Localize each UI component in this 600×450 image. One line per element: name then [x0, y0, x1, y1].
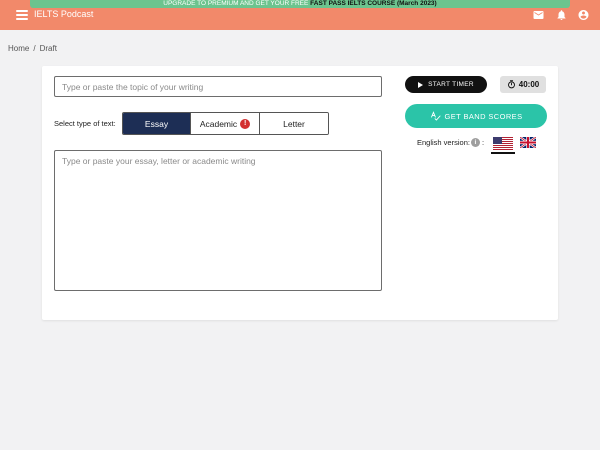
writing-card: Select type of text: Essay Academic! Let…	[42, 66, 558, 320]
breadcrumb-separator: /	[33, 44, 36, 53]
app-title: IELTS Podcast	[34, 9, 94, 19]
essay-textarea[interactable]	[54, 150, 382, 291]
promo-text: UPGRADE TO PREMIUM AND GET YOUR FREE	[163, 0, 311, 7]
type-academic-label: Academic	[199, 118, 238, 129]
mail-icon[interactable]	[532, 9, 545, 21]
us-flag-icon[interactable]	[493, 137, 513, 150]
type-letter-label: Letter	[283, 118, 305, 129]
timer-display: 40:00	[500, 76, 546, 93]
type-letter-button[interactable]: Letter	[260, 113, 328, 134]
uk-flag-icon[interactable]	[520, 137, 536, 148]
stopwatch-icon	[507, 80, 515, 89]
promo-highlight: FAST PASS IELTS COURSE (March 2023)	[310, 0, 437, 7]
english-version-label: English version: i:	[417, 138, 485, 147]
play-icon	[418, 81, 424, 88]
menu-icon[interactable]	[16, 10, 28, 20]
type-essay-label: Essay	[144, 118, 169, 129]
timer-value: 40:00	[518, 80, 540, 89]
type-academic-button[interactable]: Academic!	[191, 113, 260, 134]
type-essay-button[interactable]: Essay	[123, 113, 191, 134]
start-timer-button[interactable]: START TIMER	[405, 76, 487, 93]
spellcheck-icon	[430, 111, 441, 121]
breadcrumb: Home / Draft	[8, 44, 57, 53]
english-version-text: English version:	[417, 138, 470, 147]
promo-banner[interactable]: UPGRADE TO PREMIUM AND GET YOUR FREE FAS…	[30, 0, 570, 8]
band-button-label: GET BAND SCORES	[444, 111, 523, 121]
breadcrumb-home[interactable]: Home	[8, 44, 29, 53]
bell-icon[interactable]	[555, 9, 568, 21]
info-icon[interactable]: i	[470, 138, 480, 147]
breadcrumb-current: Draft	[39, 44, 57, 53]
get-band-scores-button[interactable]: GET BAND SCORES	[405, 104, 547, 128]
account-icon[interactable]	[577, 9, 590, 21]
selected-flag-indicator	[491, 152, 515, 154]
text-type-selector: Essay Academic! Letter	[122, 112, 329, 135]
topic-input[interactable]	[54, 76, 382, 97]
start-timer-label: START TIMER	[428, 81, 474, 88]
alert-icon: !	[240, 118, 251, 129]
text-type-label: Select type of text:	[54, 119, 116, 128]
app-header: UPGRADE TO PREMIUM AND GET YOUR FREE FAS…	[0, 0, 600, 30]
